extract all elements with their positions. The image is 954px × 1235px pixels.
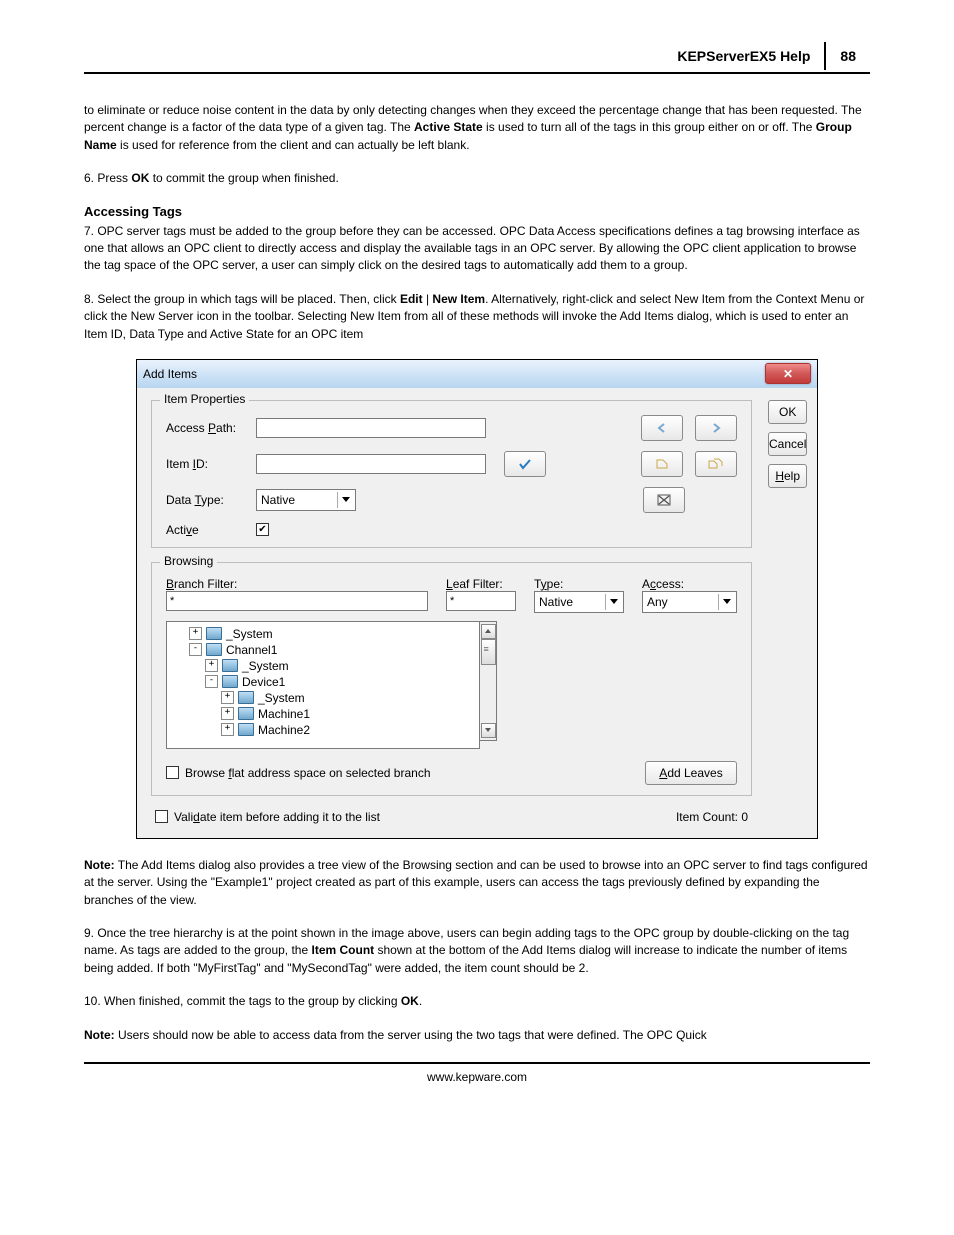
tree-node[interactable]: +Machine1 [221,706,477,722]
heading-accessing-tags: Accessing Tags [84,204,870,219]
tree-node[interactable]: +_System [205,658,477,674]
note-2: Note: Users should now be able to access… [84,1027,870,1044]
active-checkbox[interactable]: ✔ [256,523,269,536]
type-filter-label: Type: [534,577,624,591]
access-filter-label: Access: [642,577,737,591]
close-icon: ✕ [783,367,793,381]
chevron-down-icon [718,594,734,610]
folder-icon [206,627,222,640]
item-properties-legend: Item Properties [160,392,249,406]
delete-button[interactable] [643,487,685,513]
cancel-button[interactable]: Cancel [768,432,807,456]
note-1: Note: The Add Items dialog also provides… [84,857,870,909]
browsing-group: Browsing Branch Filter: Leaf Filter: [151,562,752,796]
item-id-input[interactable] [256,454,486,474]
access-path-label: Access Path: [166,421,256,435]
step-6: 6. Press OK to commit the group when fin… [84,170,870,187]
chevron-down-icon [337,492,353,508]
dialog-title: Add Items [143,367,197,381]
data-type-label: Data Type: [166,493,256,507]
step-8: 8. Select the group in which tags will b… [84,291,870,343]
folder-icon [222,675,238,688]
page-header: KEPServerEX5 Help 88 [84,42,870,74]
expand-icon[interactable]: + [221,707,234,720]
data-type-select[interactable]: Native [256,489,356,511]
folder-icon [238,723,254,736]
collapse-icon[interactable]: - [189,643,202,656]
leaf-filter-label: Leaf Filter: [446,577,516,591]
paragraph-intro: to eliminate or reduce noise content in … [84,102,870,154]
step-9: 9. Once the tree hierarchy is at the poi… [84,925,870,977]
folder-icon [222,659,238,672]
validate-button[interactable] [504,451,546,477]
tree-node[interactable]: -Device1 [205,674,477,690]
step-7: 7. OPC server tags must be added to the … [84,223,870,275]
next-button[interactable] [695,415,737,441]
access-filter-select[interactable]: Any [642,591,737,613]
tree-scrollbar[interactable] [480,621,497,741]
expand-icon[interactable]: + [221,723,234,736]
browse-flat-checkbox[interactable] [166,766,179,779]
tree-node[interactable]: -Channel1 [189,642,477,658]
browse-flat-label: Browse flat address space on selected br… [185,766,431,780]
branch-filter-label: Branch Filter: [166,577,428,591]
item-properties-group: Item Properties Access Path: Item ID: [151,400,752,548]
new-tag-button[interactable] [641,451,683,477]
branch-filter-input[interactable] [166,591,428,611]
help-button[interactable]: Help [768,464,807,488]
leaf-filter-input[interactable] [446,591,516,611]
header-page-number: 88 [826,42,870,70]
active-label: Active [166,523,256,537]
type-filter-select[interactable]: Native [534,591,624,613]
access-path-input[interactable] [256,418,486,438]
step-10: 10. When finished, commit the tags to th… [84,993,870,1010]
expand-icon[interactable]: + [221,691,234,704]
chevron-down-icon [605,594,621,610]
scroll-down-button[interactable] [481,723,496,738]
add-items-dialog: Add Items ✕ Item Properties Access Path: [136,359,818,839]
dialog-titlebar[interactable]: Add Items ✕ [137,360,817,388]
tree-node[interactable]: +_System [189,626,477,642]
tree-node[interactable]: +Machine2 [221,722,477,738]
tree-node[interactable]: +_System [221,690,477,706]
folder-icon [238,691,254,704]
close-button[interactable]: ✕ [765,363,811,384]
header-title: KEPServerEX5 Help [663,42,826,70]
add-leaves-button[interactable]: Add Leaves [645,761,737,785]
browse-tree[interactable]: +_System -Channel1 +_System -Device1 +_S… [166,621,480,749]
duplicate-tag-button[interactable] [695,451,737,477]
page-footer: www.kepware.com [84,1062,870,1084]
folder-icon [238,707,254,720]
item-count-label: Item Count: 0 [676,810,748,824]
folder-icon [206,643,222,656]
scroll-thumb[interactable] [481,639,496,665]
ok-button[interactable]: OK [768,400,807,424]
validate-label: Validate item before adding it to the li… [174,810,380,824]
prev-button[interactable] [641,415,683,441]
browsing-legend: Browsing [160,554,217,568]
validate-checkbox[interactable] [155,810,168,823]
collapse-icon[interactable]: - [205,675,218,688]
expand-icon[interactable]: + [189,627,202,640]
expand-icon[interactable]: + [205,659,218,672]
scroll-up-button[interactable] [481,624,496,639]
item-id-label: Item ID: [166,457,256,471]
